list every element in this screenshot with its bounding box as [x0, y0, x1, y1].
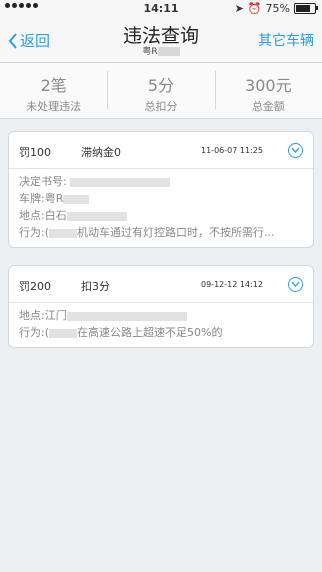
- location-row: 地点:江门: [19, 307, 303, 324]
- battery-icon: [294, 3, 318, 14]
- summary-amount: 300元 总金额: [214, 63, 322, 118]
- redacted-location: [66, 311, 187, 321]
- other-vehicles-button[interactable]: 其它车辆: [258, 30, 314, 50]
- action-row: 行为:(在高速公路上超速不足50%的: [19, 324, 303, 341]
- decision-label: 决定书号:: [19, 175, 67, 188]
- fine-amount: 罚200: [19, 280, 51, 293]
- violation-date: 11-06-07 11:25: [201, 146, 263, 155]
- chevron-down-icon: [291, 281, 300, 287]
- plate-prefix: 粤R: [44, 192, 64, 205]
- location-label: 地点:: [19, 209, 45, 222]
- decision-number-row: 决定书号:: [19, 173, 303, 190]
- location-icon: ➤: [234, 2, 244, 15]
- redacted-location: [66, 211, 127, 221]
- summary-value: 5分: [147, 76, 175, 95]
- summary-label: 未处理违法: [26, 100, 82, 113]
- violation-details: 地点:江门 行为:(在高速公路上超速不足50%的: [9, 303, 313, 347]
- action-row: 行为:(机动车通过有灯控路口时，不按所需行...: [19, 224, 303, 241]
- summary-value: 300元: [245, 76, 292, 95]
- violation-summary: 2笔 未处理违法 5分 总扣分 300元 总金额: [0, 63, 322, 119]
- location-row: 地点:白石: [19, 207, 303, 224]
- expand-button[interactable]: [288, 143, 303, 158]
- redacted-code: [49, 228, 78, 238]
- redacted-plate: [63, 194, 90, 204]
- violation-details: 决定书号: 车牌:粤R 地点:白石 行为:(机动车通过有灯控路口时，不按所需行.…: [9, 169, 313, 247]
- location-prefix: 江门: [44, 309, 67, 322]
- violation-card[interactable]: 罚200 扣3分 09-12-12 14:12 地点:江门 行为:(在高速公路上…: [8, 265, 314, 348]
- summary-points: 5分 总扣分: [107, 63, 214, 118]
- violation-card-header[interactable]: 罚100 滞纳金0 11-06-07 11:25: [9, 132, 313, 169]
- violation-card-header[interactable]: 罚200 扣3分 09-12-12 14:12: [9, 266, 313, 303]
- fine-amount: 罚100: [19, 146, 51, 159]
- action-label: 行为:: [19, 326, 45, 339]
- summary-unprocessed: 2笔 未处理违法: [0, 63, 107, 118]
- chevron-down-icon: [291, 147, 300, 153]
- summary-value: 2笔: [40, 76, 67, 95]
- action-text: 在高速公路上超速不足50%的: [77, 326, 223, 339]
- battery-percent: 75%: [265, 2, 290, 15]
- late-fee: 滞纳金0: [81, 146, 121, 159]
- alarm-icon: ⏰: [247, 2, 262, 15]
- expand-button[interactable]: [288, 277, 303, 292]
- summary-label: 总金额: [251, 100, 285, 113]
- points-deducted: 扣3分: [81, 280, 110, 293]
- location-prefix: 白石: [44, 209, 67, 222]
- summary-label: 总扣分: [144, 100, 178, 113]
- plate-row: 车牌:粤R: [19, 190, 303, 207]
- navigation-bar: 返回 违法查询 粤R 其它车辆: [0, 18, 322, 63]
- status-bar: 14:11 ➤ ⏰ 75%: [0, 0, 322, 18]
- violation-card[interactable]: 罚100 滞纳金0 11-06-07 11:25 决定书号: 车牌:粤R 地点:…: [8, 131, 314, 248]
- action-text: 机动车通过有灯控路口时，不按所需行...: [77, 226, 275, 239]
- action-label: 行为:: [19, 226, 45, 239]
- redacted-code: [49, 328, 78, 338]
- plate-label: 车牌:: [19, 192, 45, 205]
- redacted-plate: [157, 47, 180, 56]
- location-label: 地点:: [19, 309, 45, 322]
- redacted-decision-number: [70, 177, 171, 187]
- violation-date: 09-12-12 14:12: [201, 280, 263, 289]
- plate-prefix: 粤R: [142, 47, 158, 57]
